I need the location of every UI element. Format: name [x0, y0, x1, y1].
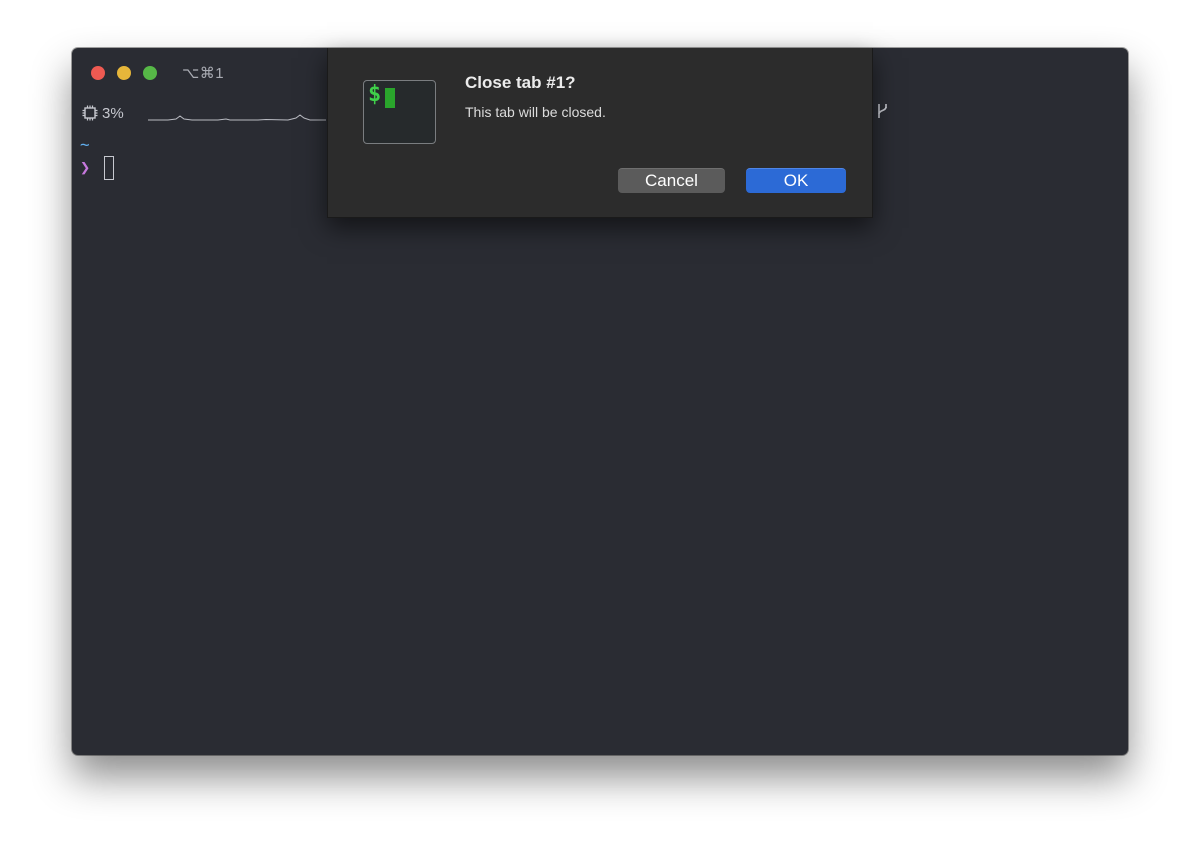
cancel-button[interactable]: Cancel [618, 168, 725, 193]
dollar-sign-glyph: $ [368, 82, 382, 107]
minimize-window-button[interactable] [117, 66, 131, 80]
terminal-app-icon: $ [363, 80, 436, 144]
cpu-sparkline [148, 114, 326, 121]
ok-button[interactable]: OK [746, 168, 846, 193]
terminal-cursor [104, 156, 115, 180]
cpu-icon [82, 105, 98, 121]
zoom-window-button[interactable] [143, 66, 157, 80]
dialog-message: This tab will be closed. [465, 104, 606, 120]
terminal-output[interactable]: ~ ❯ [80, 134, 115, 180]
cpu-status: 3% [82, 103, 124, 123]
cursor-block-glyph [385, 88, 395, 108]
prompt-line: ❯ [80, 156, 115, 180]
dialog-title: Close tab #1? [465, 73, 576, 92]
git-branch-icon [878, 104, 887, 118]
prompt-symbol: ❯ [80, 158, 91, 178]
close-window-button[interactable] [91, 66, 105, 80]
current-directory: ~ [80, 135, 90, 154]
close-tab-dialog: $ Close tab #1? This tab will be closed.… [327, 48, 873, 218]
window-title-shortcut: ⌥⌘1 [182, 65, 225, 82]
cpu-usage-label: 3% [102, 104, 124, 122]
